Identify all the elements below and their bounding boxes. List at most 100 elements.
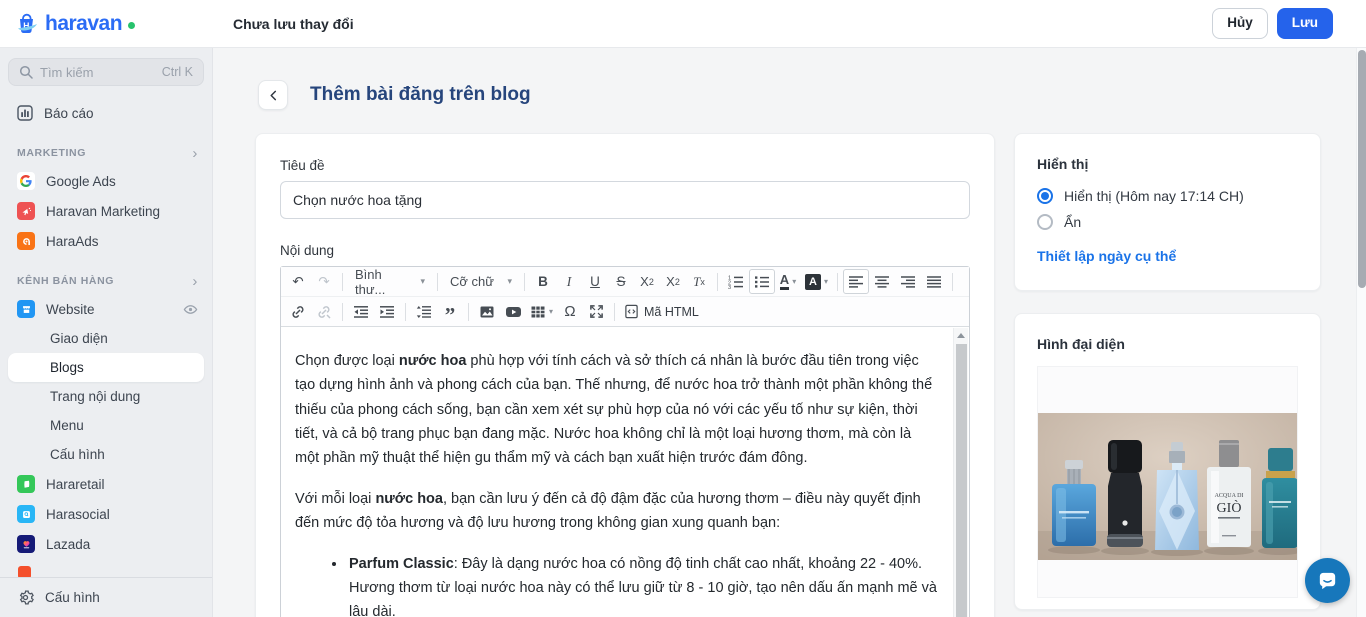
paragraph-format-dropdown[interactable]: Bình thư... ▾ xyxy=(348,266,432,297)
title-input[interactable] xyxy=(280,181,970,219)
ordered-list-button[interactable]: 123 xyxy=(723,269,749,294)
scrollbar-thumb[interactable] xyxy=(956,344,967,617)
redo-button[interactable]: ↷ xyxy=(311,269,337,294)
radio-unselected-icon[interactable] xyxy=(1037,214,1053,230)
editor-scrollbar[interactable] xyxy=(953,328,968,617)
p2-bold: nước hoa xyxy=(375,490,443,507)
undo-button[interactable]: ↶ xyxy=(285,269,311,294)
sidebar-item-bao-cao[interactable]: Báo cáo xyxy=(0,98,212,128)
bold-button[interactable]: B xyxy=(530,269,556,294)
save-button[interactable]: Lưu xyxy=(1276,8,1333,39)
section-label: KÊNH BÁN HÀNG xyxy=(17,275,115,287)
align-center-icon xyxy=(875,275,890,288)
video-button[interactable] xyxy=(500,299,526,324)
sidebar-item-label: Cấu hình xyxy=(45,590,100,605)
align-right-button[interactable] xyxy=(895,269,921,294)
sidebar-subitem-cau-hinh[interactable]: Cấu hình xyxy=(0,440,212,469)
sidebar-item-lazada[interactable]: Lazada xyxy=(0,529,212,559)
html-code-button[interactable]: Mã HTML xyxy=(620,299,703,324)
chat-support-button[interactable] xyxy=(1305,558,1350,603)
link-button[interactable] xyxy=(285,299,311,324)
sidebar-item-website[interactable]: Website xyxy=(0,294,212,324)
sidebar-subitem-menu[interactable]: Menu xyxy=(0,411,212,440)
scroll-up-arrow[interactable] xyxy=(954,328,968,343)
visibility-title: Hiển thị xyxy=(1037,156,1089,172)
back-button[interactable] xyxy=(258,80,288,110)
rich-text-editor: ↶ ↷ Bình thư... ▾ Cỡ chữ ▾ B I U S X2 X2 xyxy=(280,266,970,617)
sidebar-section-channels[interactable]: KÊNH BÁN HÀNG › xyxy=(0,268,212,294)
sidebar-item-label: HaraAds xyxy=(46,233,99,249)
text-color-button[interactable]: A ▾ xyxy=(775,269,801,294)
toolbar-separator xyxy=(405,302,406,321)
search-box[interactable]: Ctrl K xyxy=(8,58,204,86)
radio-visible[interactable]: Hiển thị (Hôm nay 17:14 CH) xyxy=(1037,188,1298,204)
outdent-button[interactable] xyxy=(348,299,374,324)
chevron-right-icon: › xyxy=(192,144,198,162)
image-button[interactable] xyxy=(474,299,500,324)
sidebar-section-marketing[interactable]: MARKETING › xyxy=(0,140,212,166)
clear-base: T xyxy=(693,273,701,289)
align-center-button[interactable] xyxy=(869,269,895,294)
strikethrough-button[interactable]: S xyxy=(608,269,634,294)
cancel-button[interactable]: Hủy xyxy=(1212,8,1268,39)
fullscreen-button[interactable] xyxy=(583,299,609,324)
font-size-dropdown[interactable]: Cỡ chữ ▾ xyxy=(443,269,519,294)
subscript-button[interactable]: X2 xyxy=(634,269,660,294)
list-item: Parfum Classic: Đây là dạng nước hoa có … xyxy=(347,552,939,617)
underline-button[interactable]: U xyxy=(582,269,608,294)
background-color-button[interactable]: A ▾ xyxy=(801,269,832,294)
blockquote-button[interactable]: ” xyxy=(437,299,463,326)
youtube-icon xyxy=(505,306,521,317)
page-scrollbar-thumb[interactable] xyxy=(1358,50,1366,288)
align-justify-icon xyxy=(927,275,942,288)
sidebar-item-google-ads[interactable]: Google Ads xyxy=(0,166,212,196)
format-dropdown-label: Bình thư... xyxy=(355,266,386,297)
sidebar-item-haravan-marketing[interactable]: Haravan Marketing xyxy=(0,196,212,226)
eye-icon[interactable] xyxy=(183,302,198,317)
indent-button[interactable] xyxy=(374,299,400,324)
line-height-button[interactable] xyxy=(411,299,437,324)
line-height-icon xyxy=(416,305,431,318)
featured-image-box[interactable]: ACQUA DI GIÒ xyxy=(1037,366,1298,598)
superscript-button[interactable]: X2 xyxy=(660,269,686,294)
sidebar-item-haraads[interactable]: HaraAds xyxy=(0,226,212,256)
sup-mark: 2 xyxy=(674,276,680,287)
sidebar-subitem-trang-noi-dung[interactable]: Trang nội dung xyxy=(0,382,212,411)
italic-button[interactable]: I xyxy=(556,269,582,294)
search-input[interactable] xyxy=(40,64,150,80)
caret-down-icon: ▾ xyxy=(420,276,425,286)
toolbar-separator xyxy=(437,272,438,291)
sidebar-item-settings[interactable]: Cấu hình xyxy=(0,577,212,617)
underline-glyph: U xyxy=(590,274,600,289)
clear-formatting-button[interactable]: Tx xyxy=(686,269,712,294)
sidebar-subitem-blogs-active[interactable]: Blogs xyxy=(8,353,204,382)
radio-hidden[interactable]: Ẩn xyxy=(1037,214,1298,230)
unordered-list-button[interactable] xyxy=(749,269,775,294)
align-left-button[interactable] xyxy=(843,269,870,294)
image-icon xyxy=(480,306,494,317)
sidebar-subitem-giao-dien[interactable]: Giao diện xyxy=(0,324,212,353)
svg-text:ACQUA DI: ACQUA DI xyxy=(1215,493,1244,499)
search-icon xyxy=(19,65,33,79)
background-color-icon: A xyxy=(805,273,821,290)
toolbar-separator xyxy=(952,272,954,291)
topbar-actions: Hủy Lưu xyxy=(1212,8,1366,39)
sidebar-item-label: Hararetail xyxy=(46,476,105,492)
editor-content-area[interactable]: Chọn được loại nước hoa phù hợp với tính… xyxy=(281,328,969,617)
caret-down-icon: ▾ xyxy=(792,277,797,286)
table-button[interactable]: ▾ xyxy=(526,299,557,324)
chevron-left-icon xyxy=(269,90,276,100)
align-justify-button[interactable] xyxy=(921,269,947,294)
special-char-button[interactable]: Ω xyxy=(557,299,583,324)
p1-bold: nước hoa xyxy=(398,353,467,369)
schedule-date-link[interactable]: Thiết lập ngày cụ thể xyxy=(1037,248,1176,264)
haravan-logo[interactable]: H haravan xyxy=(0,12,213,36)
unsaved-changes-label: Chưa lưu thay đổi xyxy=(233,15,354,32)
sidebar-item-hararetail[interactable]: Hararetail xyxy=(0,469,212,499)
subitem-label: Cấu hình xyxy=(50,447,105,462)
sidebar-item-harasocial[interactable]: Harasocial xyxy=(0,499,212,529)
unlink-button[interactable] xyxy=(311,299,337,324)
page-scrollbar[interactable] xyxy=(1356,48,1366,617)
toolbar-separator xyxy=(342,272,343,291)
radio-selected-icon[interactable] xyxy=(1037,188,1053,204)
